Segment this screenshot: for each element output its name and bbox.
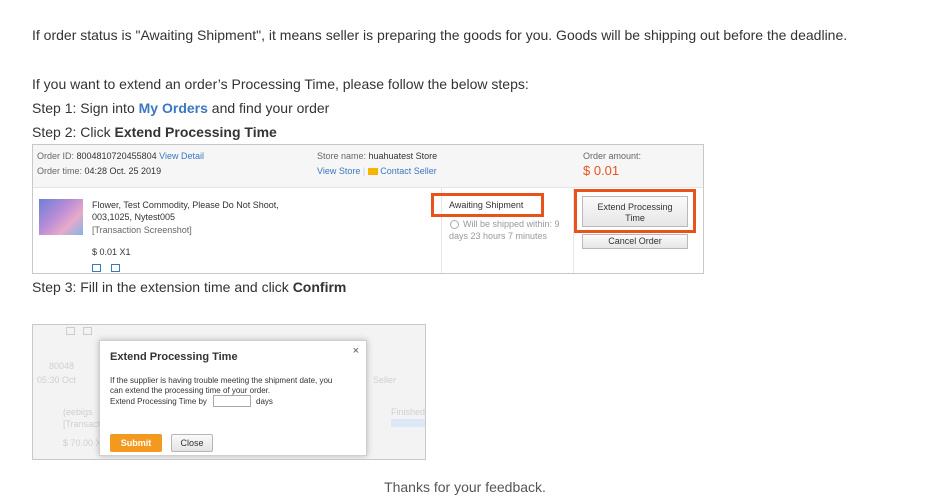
step3-prefix: Step 3: Fill in the extension time and c… <box>32 279 293 295</box>
step3-text: Step 3: Fill in the extension time and c… <box>32 279 346 295</box>
extend-highlight <box>574 189 696 233</box>
my-orders-link[interactable]: My Orders <box>139 100 208 116</box>
mail-icon <box>367 168 378 176</box>
days-label: days <box>256 397 273 406</box>
dialog-title: Extend Processing Time <box>110 351 238 363</box>
ship-line1: Will be shipped within: 9 <box>463 219 560 229</box>
bg-trans: [Transact <box>63 419 101 429</box>
bg-status-bar <box>391 419 425 427</box>
order-time-row: Order time: 04:28 Oct. 25 2019 <box>37 166 161 176</box>
dispute-icon[interactable] <box>92 264 101 272</box>
step2-bold: Extend Processing Time <box>114 124 277 140</box>
close-button[interactable]: Close <box>171 434 213 452</box>
bg-date: 05:30 Oct <box>37 375 77 385</box>
product-line3[interactable]: [Transaction Screenshot] <box>92 225 192 235</box>
store-links-row: View Store | Contact Seller <box>317 166 437 176</box>
amount-label: Order amount: <box>583 151 642 161</box>
order-id-label: Order ID: <box>37 151 77 161</box>
dialog-line2: can extend the processing time of your o… <box>110 386 271 395</box>
order-screenshot: Order ID: 8004810720455804 View Detail O… <box>32 144 704 274</box>
view-store-link[interactable]: View Store <box>317 166 360 176</box>
dialog-line3: Extend Processing Time by <box>110 397 207 406</box>
status-highlight <box>431 193 544 217</box>
ship-line2: days 23 hours 7 minutes <box>449 231 548 241</box>
step1-prefix: Step 1: Sign into <box>32 100 139 116</box>
order-time-label: Order time: <box>37 166 85 176</box>
store-label: Store name: <box>317 151 369 161</box>
step1-suffix: and find your order <box>207 100 330 116</box>
close-icon[interactable]: × <box>353 345 359 357</box>
step3-bold: Confirm <box>292 279 347 295</box>
product-price: $ 0.01 X1 <box>92 247 131 257</box>
extension-days-input[interactable] <box>213 395 251 407</box>
divider: | <box>362 166 366 176</box>
submit-button[interactable]: Submit <box>110 434 162 452</box>
extend-processing-dialog: Extend Processing Time × If the supplier… <box>99 340 367 456</box>
message-icon[interactable] <box>111 264 120 272</box>
store-name: huahuatest Store <box>368 151 438 161</box>
bg-seller: Seller <box>373 375 397 385</box>
dialog-line1: If the supplier is having trouble meetin… <box>110 376 333 385</box>
contact-seller-link[interactable]: Contact Seller <box>380 166 437 176</box>
dialog-screenshot: 80048 05:30 Oct Seller (eebigs [Transact… <box>32 324 426 460</box>
bg-order: 80048 <box>49 361 75 371</box>
product-thumbnail[interactable] <box>39 199 83 235</box>
intro-text: If order status is "Awaiting Shipment", … <box>32 27 848 43</box>
order-id-row: Order ID: 8004810720455804 View Detail <box>37 151 204 161</box>
extend-intro-text: If you want to extend an order’s Process… <box>32 76 529 92</box>
thanks-text: Thanks for your feedback. <box>384 479 546 495</box>
bg-item: (eebigs <box>63 407 93 417</box>
amount-value: $ 0.01 <box>583 163 620 178</box>
cancel-order-button[interactable]: Cancel Order <box>582 234 688 249</box>
bg-icon-1 <box>66 327 75 335</box>
order-id: 8004810720455804 <box>76 151 157 161</box>
bg-price: $ 70.00 X <box>63 438 102 448</box>
bg-finished: Finished <box>391 407 426 417</box>
product-line1[interactable]: Flower, Test Commodity, Please Do Not Sh… <box>92 200 279 210</box>
store-row: Store name: huahuatest Store <box>317 151 437 161</box>
view-detail-link[interactable]: View Detail <box>159 151 204 161</box>
bg-icon-2 <box>83 327 92 335</box>
step2-text: Step 2: Click Extend Processing Time <box>32 124 277 140</box>
order-time: 04:28 Oct. 25 2019 <box>84 166 162 176</box>
step1-text: Step 1: Sign into My Orders and find you… <box>32 100 329 116</box>
clock-icon <box>450 220 459 229</box>
step2-prefix: Step 2: Click <box>32 124 115 140</box>
product-line2[interactable]: 003,1025, Nytest005 <box>92 212 175 222</box>
